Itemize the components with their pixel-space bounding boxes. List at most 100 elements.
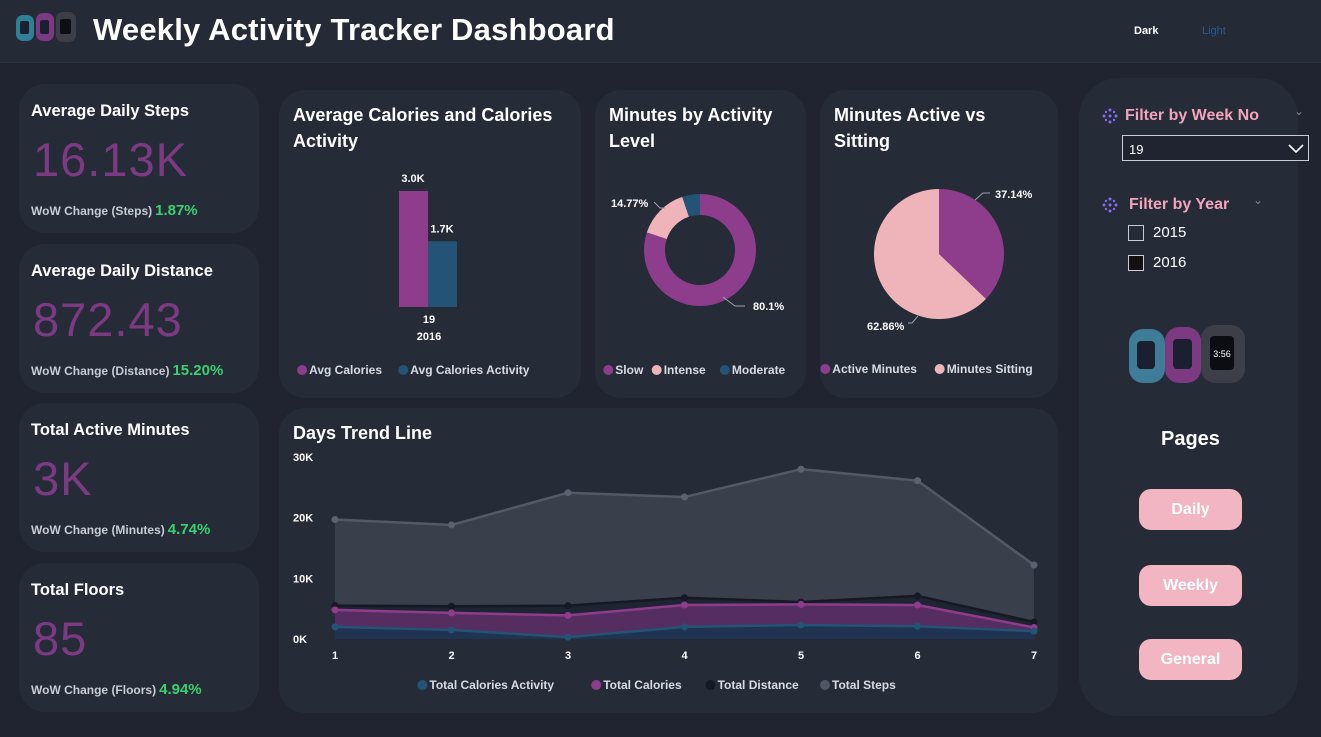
kpi-card-active-minutes: Total Active Minutes 3K WoW Change (Minu… xyxy=(19,403,259,552)
svg-text:3:56: 3:56 xyxy=(1213,349,1231,359)
kpi-change-label: WoW Change (Steps) xyxy=(31,204,153,218)
data-point xyxy=(331,515,339,523)
legend-label: Minutes Sitting xyxy=(947,362,1033,376)
y-tick-label: 10K xyxy=(293,573,313,585)
x-tick-label: 5 xyxy=(798,650,804,662)
kpi-value: 872.43 xyxy=(33,293,183,346)
donut-slice xyxy=(646,196,689,239)
weekly-page-button[interactable]: Weekly xyxy=(1139,565,1242,606)
filter-panel xyxy=(1079,78,1298,716)
data-label: 14.77% xyxy=(611,198,649,210)
chevron-down-icon[interactable]: ⌄ xyxy=(1294,104,1304,118)
data-point xyxy=(914,622,921,630)
data-point xyxy=(331,606,339,614)
legend-swatch xyxy=(820,364,831,374)
legend-swatch xyxy=(398,365,409,375)
data-point xyxy=(914,592,921,600)
kpi-change-label: WoW Change (Floors) xyxy=(31,683,157,697)
legend-label: Avg Calories Activity xyxy=(410,363,529,377)
data-point xyxy=(448,602,455,610)
fitness-tracker-logo-icon xyxy=(16,12,76,42)
legend-swatch xyxy=(297,365,308,375)
x-tick-label: 6 xyxy=(914,650,920,662)
legend-label: Total Calories Activity xyxy=(429,678,554,692)
x-tick-label: 19 xyxy=(423,314,435,326)
calories-bar-chart-card: Average Calories and Calories Activity 3… xyxy=(279,90,581,398)
legend-swatch xyxy=(651,365,662,375)
data-point xyxy=(448,609,455,617)
legend-label: Total Steps xyxy=(832,678,896,692)
data-label: 62.86% xyxy=(867,321,905,333)
week-filter-label: Filter by Week No xyxy=(1125,107,1259,124)
data-point xyxy=(448,521,455,529)
chevron-down-icon xyxy=(1288,144,1304,154)
y-tick-label: 30K xyxy=(293,452,313,464)
y-tick-label: 20K xyxy=(293,513,313,525)
header-bar: Weekly Activity Tracker Dashboard Dark L… xyxy=(0,0,1321,63)
bar xyxy=(399,191,428,307)
data-point xyxy=(797,600,805,608)
data-point xyxy=(681,594,688,602)
kpi-card-floors: Total Floors 85 WoW Change (Floors) 4.94% xyxy=(19,563,259,712)
chevron-down-icon[interactable]: ⌄ xyxy=(1253,193,1263,207)
general-page-button[interactable]: General xyxy=(1139,639,1242,680)
data-point xyxy=(448,626,455,634)
activity-level-donut-chart: 80.1% 14.77% Slow Intense Moderate xyxy=(603,194,786,377)
data-label: 80.1% xyxy=(753,301,784,313)
data-point xyxy=(564,633,572,641)
x-tick-label: 7 xyxy=(1031,650,1037,662)
x-tick-label: 1 xyxy=(332,650,338,662)
data-point xyxy=(797,621,805,629)
legend-label: Total Calories xyxy=(603,678,682,692)
leader-line xyxy=(908,315,919,324)
data-point xyxy=(1030,627,1038,635)
data-point xyxy=(914,477,921,485)
data-point xyxy=(331,623,339,631)
kpi-value: 85 xyxy=(33,612,88,665)
year-checkbox-2016[interactable] xyxy=(1128,255,1144,271)
page-title: Weekly Activity Tracker Dashboard xyxy=(93,12,615,47)
legend-swatch xyxy=(591,680,602,690)
legend-label: Intense xyxy=(664,363,706,377)
week-select[interactable]: 19 xyxy=(1122,135,1309,161)
calories-bar-chart: 3.0K 1.7K 19 2016 Avg Calories Avg Calories A… xyxy=(297,173,530,377)
data-point xyxy=(681,601,688,609)
data-point xyxy=(564,489,572,497)
activity-level-donut-card: Minutes by Activity Level 80.1% 14.77% Slo… xyxy=(595,90,806,398)
data-point xyxy=(681,623,688,631)
kpi-card-distance: Average Daily Distance 872.43 WoW Change… xyxy=(19,244,259,393)
data-point xyxy=(681,493,688,501)
year-option-label: 2015 xyxy=(1153,224,1187,241)
data-label: 1.7K xyxy=(430,223,453,235)
legend-label: Active Minutes xyxy=(832,362,917,376)
week-select-value: 19 xyxy=(1129,142,1144,157)
x-group-label: 2016 xyxy=(417,331,441,343)
data-point xyxy=(797,465,805,473)
days-trend-card: Days Trend Line 0K 10K 20K 30K 1 2 3 4 5 6 7 Total … xyxy=(279,408,1058,713)
legend-label: Total Distance xyxy=(718,678,799,692)
data-label: 37.14% xyxy=(995,189,1033,201)
kpi-value: 16.13K xyxy=(33,133,188,186)
year-checkbox-2015[interactable] xyxy=(1128,225,1144,241)
active-vs-sitting-pie-card: Minutes Active vs Sitting 37.14% 62.86% Ac… xyxy=(820,90,1058,398)
daily-page-button[interactable]: Daily xyxy=(1139,489,1242,530)
year-option-label: 2016 xyxy=(1153,254,1187,271)
theme-light-toggle[interactable]: Light xyxy=(1202,25,1226,37)
filter-icon xyxy=(1102,108,1118,124)
theme-dark-toggle[interactable]: Dark xyxy=(1134,25,1158,37)
legend-swatch xyxy=(417,680,428,690)
legend-swatch xyxy=(705,680,716,690)
x-tick-label: 3 xyxy=(565,650,571,662)
data-point xyxy=(564,602,572,610)
legend-swatch xyxy=(603,365,614,375)
x-tick-label: 4 xyxy=(681,650,688,662)
legend-swatch xyxy=(820,680,830,690)
pages-heading: Pages xyxy=(1161,428,1220,450)
legend-label: Moderate xyxy=(732,363,786,377)
x-tick-label: 2 xyxy=(448,650,454,662)
kpi-change: WoW Change (Distance) 15.20% xyxy=(31,362,223,379)
legend-label: Slow xyxy=(615,363,644,377)
kpi-title: Total Active Minutes xyxy=(31,421,190,439)
kpi-title: Total Floors xyxy=(31,581,125,599)
bar xyxy=(428,241,457,307)
